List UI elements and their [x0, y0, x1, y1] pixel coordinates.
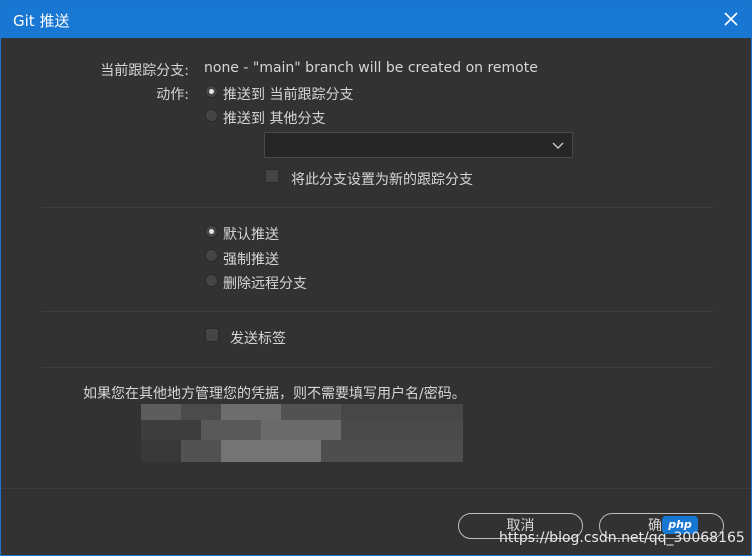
delete-remote-label[interactable]: 删除远程分支	[223, 273, 307, 293]
separator	[41, 207, 713, 208]
force-push-label[interactable]: 强制推送	[223, 249, 279, 269]
tracking-branch-label: 当前跟踪分支:	[100, 63, 189, 79]
action-label: 动作:	[156, 87, 189, 103]
footer-separator	[1, 488, 751, 489]
push-current-label[interactable]: 推送到 当前跟踪分支	[223, 84, 353, 104]
send-tags-checkbox[interactable]	[205, 328, 219, 342]
credentials-note: 如果您在其他地方管理您的凭据，则不需要填写用户名/密码。	[83, 386, 466, 402]
title-bar: Git 推送	[1, 1, 751, 38]
radio-push-current[interactable]	[205, 85, 218, 98]
separator	[41, 311, 713, 312]
radio-default-push[interactable]	[205, 225, 218, 238]
close-icon[interactable]	[719, 7, 743, 31]
git-push-dialog: Git 推送 当前跟踪分支: none - "main" branch will…	[0, 0, 752, 556]
radio-delete-remote[interactable]	[205, 274, 218, 287]
dialog-title: Git 推送	[13, 12, 70, 30]
redacted-credentials	[141, 404, 463, 462]
set-tracking-checkbox[interactable]	[265, 169, 279, 183]
set-tracking-label[interactable]: 将此分支设置为新的跟踪分支	[291, 169, 473, 189]
branch-dropdown[interactable]	[264, 132, 573, 158]
push-other-label[interactable]: 推送到 其他分支	[223, 108, 325, 128]
radio-push-other[interactable]	[205, 109, 218, 122]
tracking-branch-value: none - "main" branch will be created on …	[204, 60, 538, 76]
radio-force-push[interactable]	[205, 249, 218, 262]
send-tags-label[interactable]: 发送标签	[230, 328, 286, 348]
watermark-text: https://blog.csdn.net/qq_30068165	[499, 530, 745, 546]
separator	[41, 367, 713, 368]
default-push-label[interactable]: 默认推送	[223, 224, 279, 244]
chevron-down-icon	[552, 139, 564, 155]
